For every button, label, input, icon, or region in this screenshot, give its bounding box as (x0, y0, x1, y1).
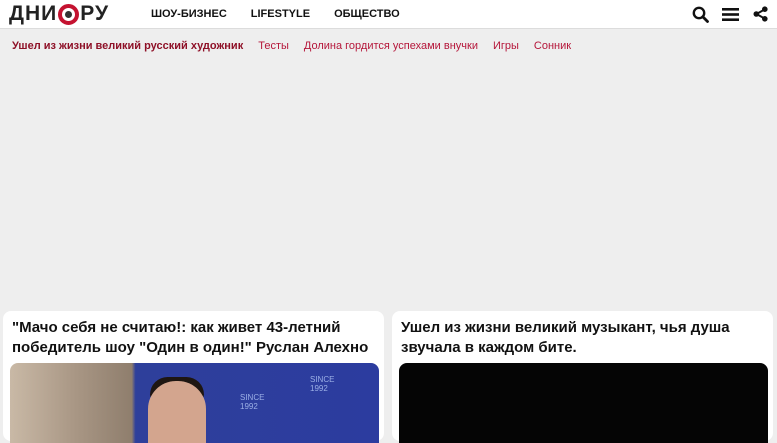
site-logo[interactable]: ДНИ РУ (9, 2, 110, 25)
nav-item-lifestyle[interactable]: LIFESTYLE (251, 8, 310, 20)
top-bar: ДНИ РУ ШОУ-БИЗНЕС LIFESTYLE ОБЩЕСТВО (0, 0, 777, 29)
news-card-title[interactable]: Ушел из жизни великий музыкант, чья душа… (401, 318, 766, 358)
trending-link-dream-book[interactable]: Сонник (534, 40, 571, 52)
logo-text-left: ДНИ (9, 2, 58, 25)
trending-link-dolina[interactable]: Долина гордится успехами внучки (304, 40, 478, 52)
header-actions (691, 5, 769, 23)
trending-link-games[interactable]: Игры (493, 40, 519, 52)
backdrop-logo: SINCE 1992 (240, 393, 265, 411)
nav-item-show-business[interactable]: ШОУ-БИЗНЕС (151, 8, 227, 20)
news-card-image[interactable]: SINCE 1992 SINCE 1992 (10, 363, 379, 443)
search-icon[interactable] (691, 5, 709, 23)
trending-link-artist[interactable]: Ушел из жизни великий русский художник (12, 40, 243, 52)
menu-icon[interactable] (721, 5, 739, 23)
logo-ring-icon (58, 3, 80, 25)
photo-person (148, 381, 206, 443)
nav-item-society[interactable]: ОБЩЕСТВО (334, 8, 400, 20)
ad-placeholder (0, 60, 777, 308)
logo-text-right: РУ (80, 2, 110, 25)
share-icon[interactable] (751, 5, 769, 23)
news-card[interactable]: "Мачо себя не считаю!: как живет 43-летн… (3, 311, 384, 443)
news-card-title[interactable]: "Мачо себя не считаю!: как живет 43-летн… (12, 318, 377, 358)
news-card[interactable]: Ушел из жизни великий музыкант, чья душа… (392, 311, 773, 443)
news-card-image[interactable] (399, 363, 768, 443)
main-nav: ШОУ-БИЗНЕС LIFESTYLE ОБЩЕСТВО (151, 8, 400, 20)
trending-link-tests[interactable]: Тесты (258, 40, 289, 52)
trending-links: Ушел из жизни великий русский художник Т… (12, 40, 571, 52)
backdrop-logo: SINCE 1992 (310, 375, 335, 393)
